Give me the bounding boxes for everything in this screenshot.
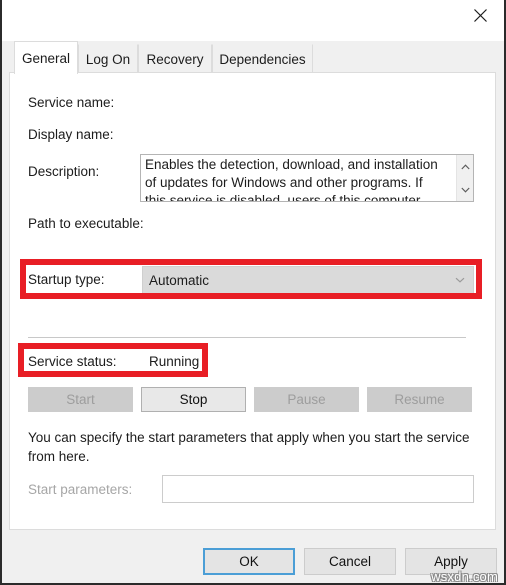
- chevron-up-icon: [461, 163, 470, 169]
- pause-service-button[interactable]: Pause: [254, 387, 359, 412]
- tab-dependencies[interactable]: Dependencies: [212, 44, 313, 73]
- startup-type-label: Startup type:: [28, 272, 105, 287]
- description-textarea[interactable]: Enables the detection, download, and ins…: [140, 154, 474, 202]
- resume-service-button[interactable]: Resume: [367, 387, 472, 412]
- scroll-down-button[interactable]: [457, 178, 473, 201]
- cancel-button[interactable]: Cancel: [304, 548, 396, 575]
- description-text: Enables the detection, download, and ins…: [145, 157, 438, 202]
- service-status-label: Service status:: [28, 354, 117, 369]
- service-properties-dialog: General Log On Recovery Dependencies Ser…: [0, 0, 506, 585]
- close-button[interactable]: [457, 0, 503, 31]
- section-divider: [28, 337, 466, 338]
- description-scrollbar[interactable]: [456, 155, 473, 201]
- general-tab-panel: Service name: Display name: Description:…: [9, 72, 496, 530]
- apply-button[interactable]: Apply: [405, 548, 497, 575]
- startup-type-dropdown[interactable]: Automatic: [142, 266, 474, 294]
- description-label: Description:: [28, 164, 100, 179]
- start-parameters-help-text: You can specify the start parameters tha…: [28, 430, 470, 464]
- start-service-button[interactable]: Start: [28, 387, 133, 412]
- startup-type-value: Automatic: [149, 272, 210, 288]
- window-frame-left-edge: [0, 0, 2, 585]
- ok-button[interactable]: OK: [203, 548, 295, 575]
- chevron-down-icon: [461, 187, 470, 193]
- title-bar: [2, 0, 504, 41]
- tab-general[interactable]: General: [14, 41, 78, 74]
- path-to-executable-label: Path to executable:: [28, 216, 144, 231]
- tab-log-on[interactable]: Log On: [78, 44, 138, 73]
- tab-recovery[interactable]: Recovery: [138, 44, 212, 73]
- display-name-label: Display name:: [28, 127, 114, 142]
- chevron-down-icon: [455, 277, 465, 283]
- scroll-up-button[interactable]: [457, 155, 473, 178]
- stop-service-button[interactable]: Stop: [141, 387, 246, 412]
- start-parameters-input[interactable]: [162, 475, 474, 503]
- start-parameters-label: Start parameters:: [28, 482, 133, 497]
- service-status-value: Running: [149, 354, 200, 369]
- tab-strip: General Log On Recovery Dependencies: [9, 41, 496, 74]
- service-name-label: Service name:: [28, 95, 115, 110]
- close-icon: [473, 9, 487, 22]
